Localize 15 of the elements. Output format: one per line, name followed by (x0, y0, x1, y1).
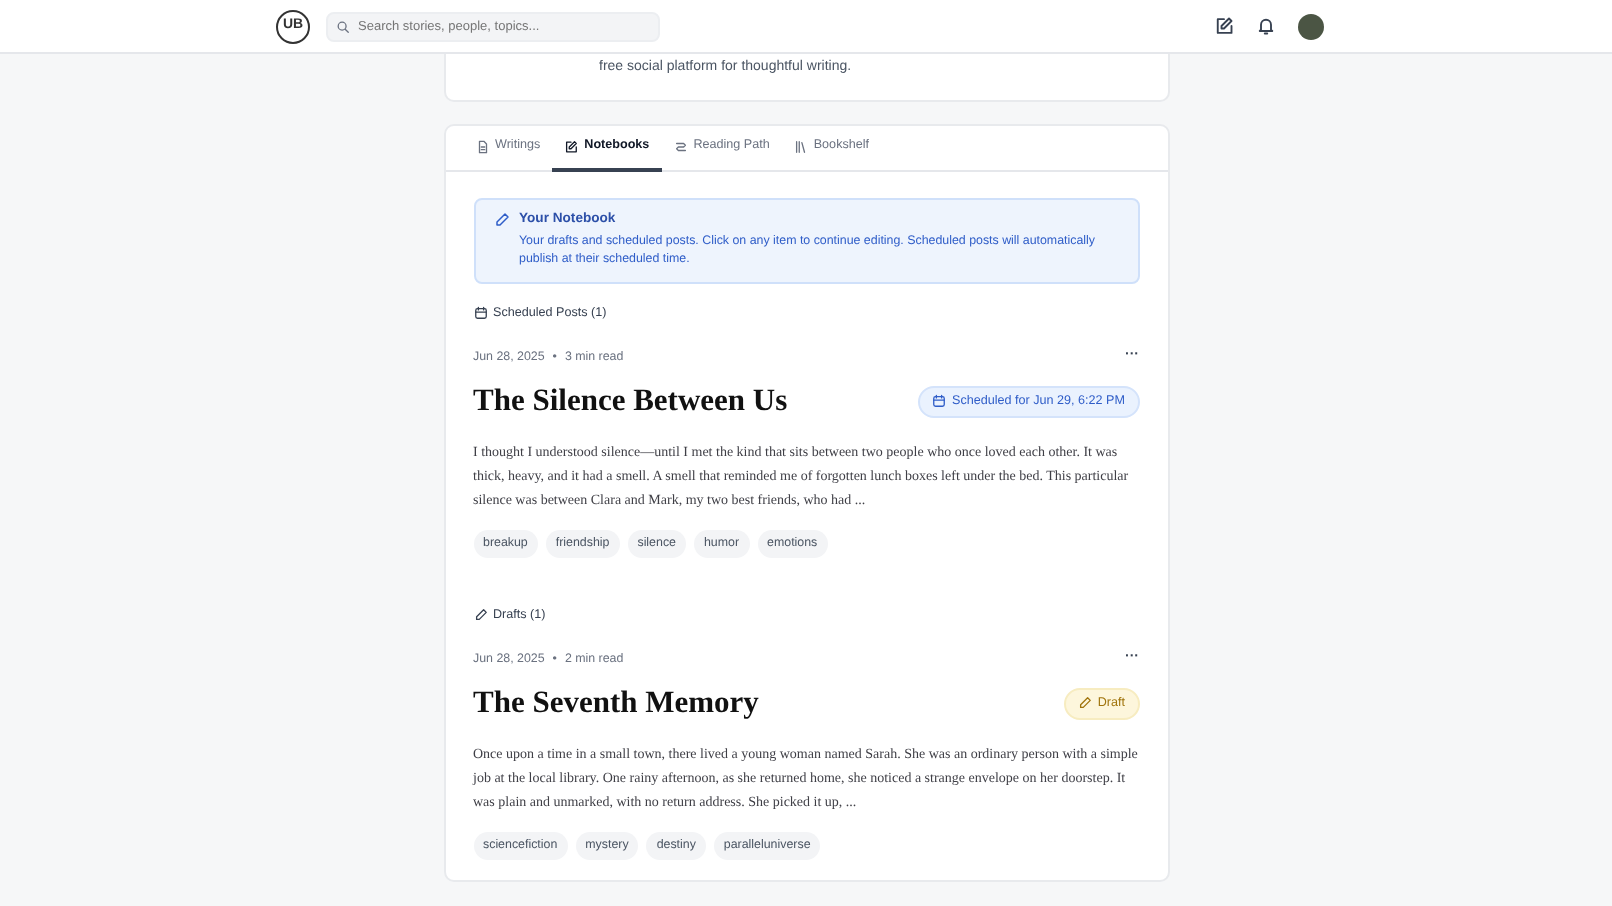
search-icon (336, 19, 350, 33)
compose-icon[interactable] (1214, 16, 1234, 36)
bookshelf-icon (793, 139, 808, 153)
calendar-icon (932, 394, 947, 409)
calendar-icon (473, 305, 487, 320)
bell-icon[interactable] (1256, 16, 1276, 36)
post-title[interactable]: The Silence Between Us (473, 383, 788, 421)
post-title[interactable]: The Seventh Memory (473, 685, 759, 723)
edit-icon (564, 139, 579, 153)
pencil-icon (1077, 696, 1092, 711)
avatar[interactable] (1298, 13, 1324, 39)
pencil-icon (493, 211, 509, 227)
route-icon (673, 139, 688, 153)
document-icon (475, 139, 489, 153)
pencil-icon (473, 607, 487, 622)
